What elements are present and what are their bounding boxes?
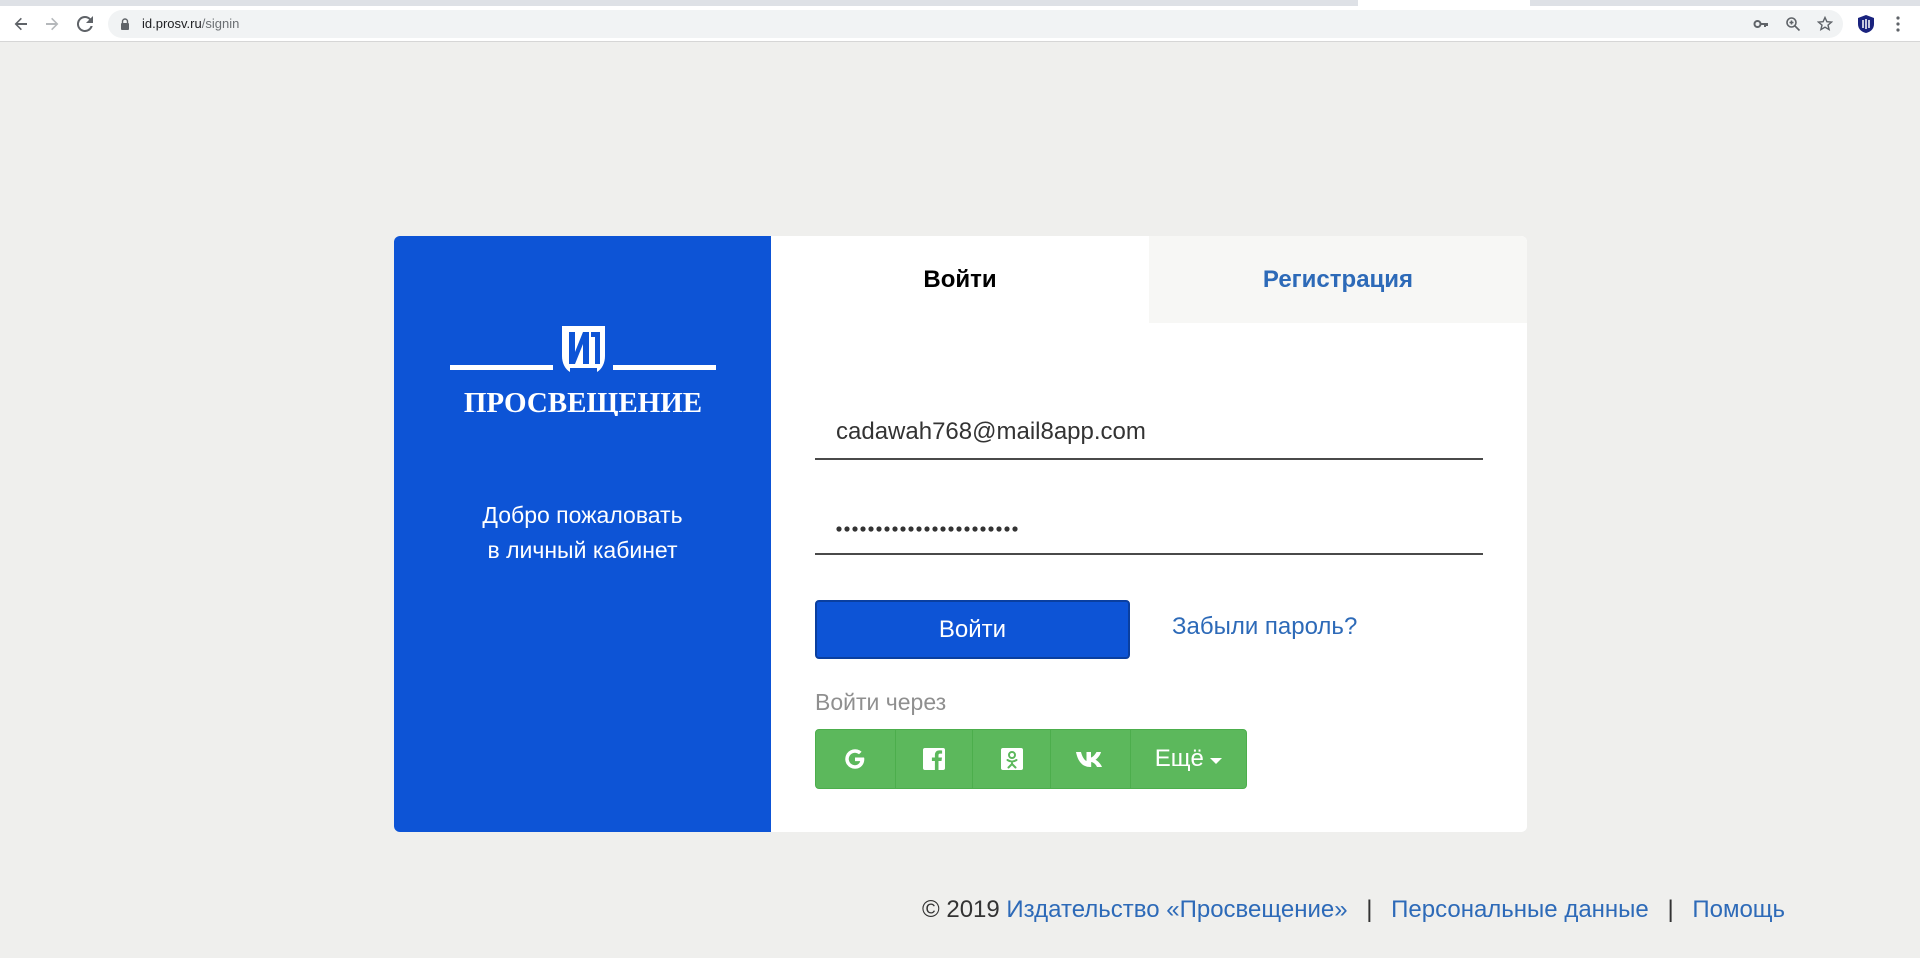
social-login-group: Ещё [815, 729, 1247, 789]
welcome-line-2: в личный кабинет [487, 537, 678, 563]
password-dot [1004, 526, 1010, 532]
password-dot [860, 526, 866, 532]
caret-down-icon [1209, 757, 1222, 764]
password-dot [940, 526, 946, 532]
footer: © 2019 Издательство «Просвещение» | Перс… [922, 896, 1785, 924]
vk-icon [1076, 752, 1103, 767]
footer-separator: | [1366, 896, 1373, 923]
logo-text: ПРОСВЕЩЕНИЕ [464, 387, 702, 416]
password-field[interactable] [815, 501, 1483, 555]
password-dot [980, 526, 986, 532]
vk-login-button[interactable] [1051, 730, 1131, 788]
zoom-icon[interactable] [1783, 14, 1803, 34]
email-field[interactable] [815, 406, 1483, 460]
password-dot [972, 526, 978, 532]
more-providers-dropdown[interactable]: Ещё [1131, 730, 1246, 788]
password-dot [892, 526, 898, 532]
tab-register[interactable]: Регистрация [1149, 236, 1527, 323]
google-login-button[interactable] [816, 730, 896, 788]
password-dot [948, 526, 954, 532]
password-dot [924, 526, 930, 532]
password-dot [900, 526, 906, 532]
url-path: /signin [201, 16, 240, 31]
odnoklassniki-login-button[interactable] [973, 730, 1051, 788]
password-dots [836, 526, 1018, 532]
password-dot [996, 526, 1002, 532]
facebook-icon [922, 748, 945, 770]
password-dot [964, 526, 970, 532]
login-submit-button[interactable]: Войти [815, 600, 1130, 659]
welcome-line-1: Добро пожаловать [482, 502, 683, 528]
odnoklassniki-icon [1000, 748, 1023, 770]
password-dot [868, 526, 874, 532]
prosveshchenie-logo: ПРОСВЕЩЕНИЕ [450, 322, 716, 419]
extension-shield-icon[interactable] [1856, 14, 1876, 34]
footer-publisher-link[interactable]: Издательство «Просвещение» [1006, 896, 1347, 923]
welcome-text: Добро пожаловать в личный кабинет [394, 498, 771, 568]
lock-icon [121, 18, 129, 30]
password-dot [876, 526, 882, 532]
footer-copyright: © 2019 [922, 896, 1000, 923]
kebab-menu-icon[interactable] [1888, 14, 1908, 34]
password-dot [884, 526, 890, 532]
google-icon [845, 749, 865, 769]
password-dot [844, 526, 850, 532]
password-dot [916, 526, 922, 532]
key-icon[interactable] [1751, 14, 1771, 34]
password-dot [1012, 526, 1018, 532]
password-dot [908, 526, 914, 532]
footer-help-link[interactable]: Помощь [1692, 896, 1785, 923]
forgot-password-link[interactable]: Забыли пароль? [1172, 613, 1357, 641]
password-dot [988, 526, 994, 532]
address-bar[interactable]: id.prosv.ru/signin [108, 10, 1843, 38]
url-text: id.prosv.ru/signin [142, 17, 239, 31]
brand-panel: ПРОСВЕЩЕНИЕ Добро пожаловать в личный ка… [394, 236, 771, 832]
email-input[interactable] [815, 406, 1483, 458]
footer-separator: | [1667, 896, 1674, 923]
browser-toolbar: id.prosv.ru/signin [0, 6, 1920, 42]
login-via-label: Войти через [815, 689, 947, 715]
star-icon[interactable] [1815, 14, 1835, 34]
password-dot [956, 526, 962, 532]
more-providers-label: Ещё [1154, 745, 1204, 772]
tab-login[interactable]: Войти [771, 236, 1149, 323]
password-dot [836, 526, 842, 532]
footer-personal-data-link[interactable]: Персональные данные [1391, 896, 1649, 923]
back-arrow-icon[interactable] [9, 12, 33, 36]
facebook-login-button[interactable] [896, 730, 974, 788]
password-dot [932, 526, 938, 532]
password-dot [852, 526, 858, 532]
forward-arrow-icon[interactable] [40, 12, 64, 36]
reload-icon[interactable] [73, 12, 97, 36]
url-host: id.prosv.ru [142, 16, 202, 31]
